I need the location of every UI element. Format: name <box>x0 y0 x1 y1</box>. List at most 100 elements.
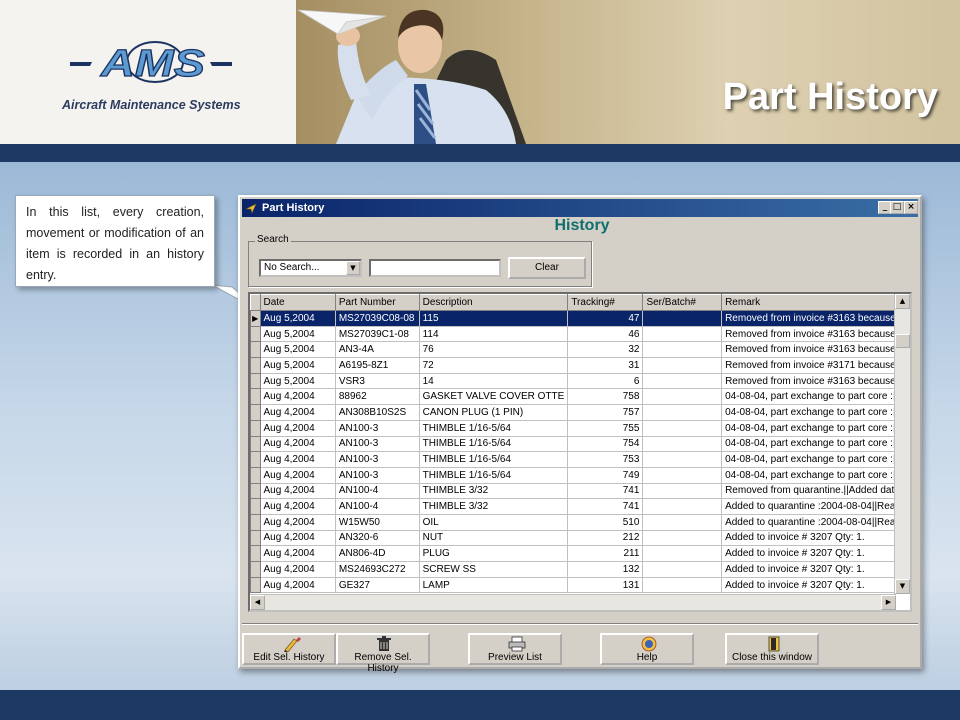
cell-remark[interactable]: Removed from invoice #3171 because o <box>721 357 910 374</box>
cell-description[interactable]: 76 <box>418 341 569 359</box>
cell-tracking[interactable]: 754 <box>567 435 644 453</box>
cell-ser-batch[interactable] <box>642 482 723 500</box>
cell-date[interactable]: Aug 4,2004 <box>259 529 336 547</box>
cell-ser-batch[interactable] <box>642 498 723 515</box>
cell-tracking[interactable]: 32 <box>567 341 644 359</box>
cell-remark[interactable]: Added to invoice # 3207 Qty: 1. <box>721 576 910 594</box>
row-indicator[interactable] <box>250 372 261 390</box>
cell-part-number[interactable]: W15W50 <box>334 513 420 531</box>
row-indicator[interactable] <box>250 404 261 421</box>
cell-description[interactable]: OIL <box>418 513 569 531</box>
search-type-select[interactable]: No Search... ▼ <box>259 259 362 277</box>
cell-date[interactable]: Aug 4,2004 <box>259 545 336 562</box>
cell-description[interactable]: THIMBLE 1/16-5/64 <box>418 435 569 453</box>
cell-description[interactable]: 72 <box>418 357 569 374</box>
row-indicator[interactable] <box>250 561 261 578</box>
table-row[interactable]: Aug 5,2004 MS27039C1-08 114 46 Removed from … <box>250 325 910 343</box>
cell-part-number[interactable]: MS27039C1-08 <box>334 325 420 343</box>
cell-tracking[interactable]: 31 <box>567 357 644 374</box>
cell-remark[interactable]: 04-08-04, part exchange to part core :||… <box>721 419 910 437</box>
cell-tracking[interactable]: 741 <box>567 498 644 515</box>
column-header-remark[interactable]: Remark <box>721 294 910 311</box>
row-indicator[interactable] <box>250 498 261 515</box>
cell-description[interactable]: SCREW SS <box>418 561 569 578</box>
scroll-right-icon[interactable]: ▶ <box>881 595 896 610</box>
cell-date[interactable]: Aug 4,2004 <box>259 451 336 468</box>
cell-part-number[interactable]: AN308B10S2S <box>334 404 420 421</box>
cell-date[interactable]: Aug 4,2004 <box>259 482 336 500</box>
cell-part-number[interactable]: AN100-3 <box>334 419 420 437</box>
cell-remark[interactable]: Added to quarantine :2004-08-04||Reaso <box>721 498 910 515</box>
row-indicator[interactable] <box>250 435 261 453</box>
cell-remark[interactable]: Removed from invoice #3163 because o <box>721 325 910 343</box>
cell-ser-batch[interactable] <box>642 576 723 594</box>
cell-part-number[interactable]: MS24693C272 <box>334 561 420 578</box>
table-row[interactable]: ▶ Aug 5,2004 MS27039C08-08 115 47 Removed fro… <box>250 310 910 327</box>
clear-button[interactable]: Clear <box>508 257 586 279</box>
remove-selected-history-button[interactable]: Remove Sel. History <box>336 633 430 674</box>
help-button[interactable]: Help <box>600 633 694 665</box>
cell-remark[interactable]: Removed from quarantine.||Added date : <box>721 482 910 500</box>
cell-tracking[interactable]: 753 <box>567 451 644 468</box>
table-row[interactable]: Aug 4,2004 AN100-3 THIMBLE 1/16-5/64 753 04-… <box>250 451 910 468</box>
table-row[interactable]: Aug 4,2004 AN100-3 THIMBLE 1/16-5/64 749 04-… <box>250 466 910 484</box>
cell-description[interactable]: 14 <box>418 372 569 390</box>
horizontal-scrollbar[interactable]: ◀ ▶ <box>250 594 896 610</box>
table-row[interactable]: Aug 4,2004 AN320-6 NUT 212 Added to invoice … <box>250 529 910 547</box>
cell-remark[interactable]: 04-08-04, part exchange to part core :||… <box>721 466 910 484</box>
cell-description[interactable]: 114 <box>418 325 569 343</box>
cell-part-number[interactable]: AN100-4 <box>334 498 420 515</box>
row-indicator[interactable] <box>250 419 261 437</box>
cell-date[interactable]: Aug 4,2004 <box>259 513 336 531</box>
cell-ser-batch[interactable] <box>642 529 723 547</box>
table-row[interactable]: Aug 4,2004 AN100-3 THIMBLE 1/16-5/64 755 04-… <box>250 419 910 437</box>
cell-tracking[interactable]: 47 <box>567 310 644 327</box>
table-row[interactable]: Aug 4,2004 GE327 LAMP 131 Added to invoice #… <box>250 576 910 594</box>
cell-ser-batch[interactable] <box>642 341 723 359</box>
cell-description[interactable]: THIMBLE 1/16-5/64 <box>418 466 569 484</box>
cell-part-number[interactable]: AN100-3 <box>334 435 420 453</box>
cell-date[interactable]: Aug 4,2004 <box>259 576 336 594</box>
cell-ser-batch[interactable] <box>642 310 723 327</box>
cell-part-number[interactable]: AN320-6 <box>334 529 420 547</box>
cell-date[interactable]: Aug 5,2004 <box>259 372 336 390</box>
column-header-tracking[interactable]: Tracking# <box>567 294 644 311</box>
cell-description[interactable]: PLUG <box>418 545 569 562</box>
cell-part-number[interactable]: MS27039C08-08 <box>334 310 420 327</box>
cell-remark[interactable]: Added to quarantine :2004-08-04||Reaso <box>721 513 910 531</box>
close-button[interactable]: × <box>904 201 918 214</box>
column-header-description[interactable]: Description <box>418 294 569 311</box>
cell-tracking[interactable]: 6 <box>567 372 644 390</box>
cell-tracking[interactable]: 755 <box>567 419 644 437</box>
cell-ser-batch[interactable] <box>642 404 723 421</box>
preview-list-button[interactable]: Preview List <box>468 633 562 665</box>
cell-remark[interactable]: 04-08-04, part exchange to part core :||… <box>721 388 910 406</box>
cell-remark[interactable]: Removed from invoice #3163 because o <box>721 341 910 359</box>
cell-description[interactable]: THIMBLE 1/16-5/64 <box>418 451 569 468</box>
row-indicator[interactable] <box>250 388 261 406</box>
search-input[interactable] <box>369 259 501 277</box>
cell-tracking[interactable]: 211 <box>567 545 644 562</box>
cell-remark[interactable]: 04-08-04, part exchange to part core :||… <box>721 451 910 468</box>
table-row[interactable]: Aug 4,2004 W15W50 OIL 510 Added to quarantin… <box>250 513 910 531</box>
table-row[interactable]: Aug 5,2004 A6195-8Z1 72 31 Removed from invo… <box>250 357 910 374</box>
cell-part-number[interactable]: A6195-8Z1 <box>334 357 420 374</box>
cell-ser-batch[interactable] <box>642 545 723 562</box>
cell-description[interactable]: NUT <box>418 529 569 547</box>
cell-remark[interactable]: Added to invoice # 3207 Qty: 1. <box>721 561 910 578</box>
cell-date[interactable]: Aug 4,2004 <box>259 419 336 437</box>
cell-date[interactable]: Aug 4,2004 <box>259 404 336 421</box>
table-row[interactable]: Aug 4,2004 AN100-3 THIMBLE 1/16-5/64 754 04-… <box>250 435 910 453</box>
cell-tracking[interactable]: 741 <box>567 482 644 500</box>
cell-description[interactable]: THIMBLE 3/32 <box>418 482 569 500</box>
cell-tracking[interactable]: 510 <box>567 513 644 531</box>
cell-part-number[interactable]: VSR3 <box>334 372 420 390</box>
table-row[interactable]: Aug 5,2004 VSR3 14 6 Removed from invoice #3… <box>250 372 910 390</box>
cell-ser-batch[interactable] <box>642 435 723 453</box>
row-indicator[interactable] <box>250 325 261 343</box>
cell-remark[interactable]: 04-08-04, part exchange to part core :||… <box>721 404 910 421</box>
cell-ser-batch[interactable] <box>642 372 723 390</box>
cell-description[interactable]: 115 <box>418 310 569 327</box>
row-indicator[interactable] <box>250 545 261 562</box>
table-row[interactable]: Aug 4,2004 MS24693C272 SCREW SS 132 Added to… <box>250 561 910 578</box>
